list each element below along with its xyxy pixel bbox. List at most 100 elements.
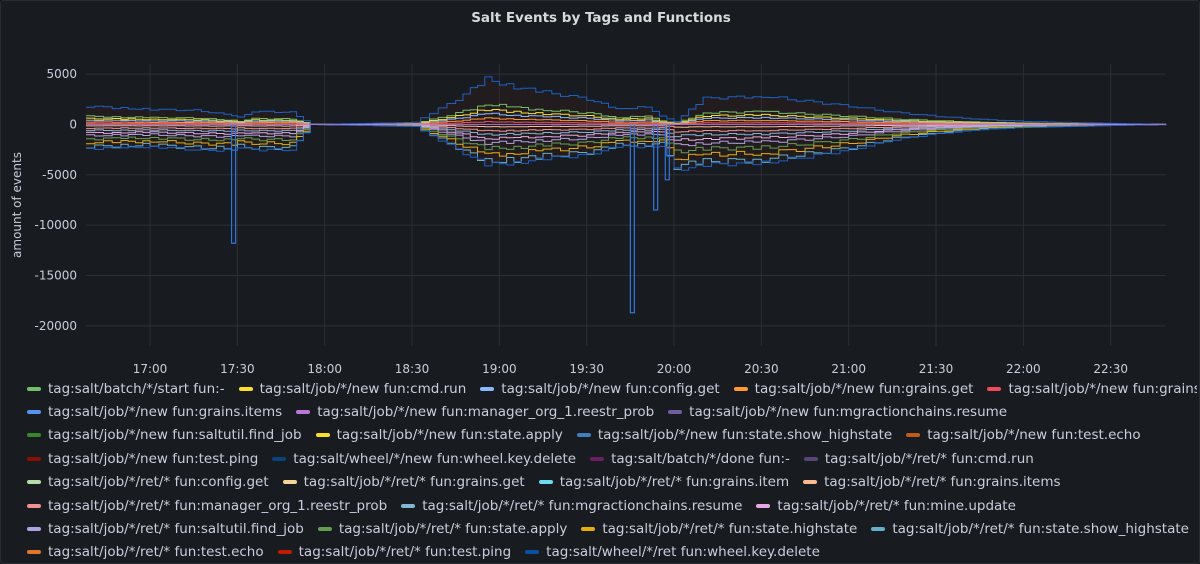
legend-item[interactable]: tag:salt/job/*/new fun:grains.get <box>733 380 974 397</box>
legend-label: tag:salt/job/*/ret/* fun:mine.update <box>777 497 1016 514</box>
legend-swatch <box>538 480 553 485</box>
legend-item[interactable]: tag:salt/wheel/*/ret fun:wheel.key.delet… <box>525 544 820 560</box>
legend-label: tag:salt/job/*/new fun:grains.item <box>1008 380 1197 397</box>
legend-label: tag:salt/job/*/new fun:state.apply <box>336 427 563 444</box>
legend-item[interactable]: tag:salt/job/*/ret/* fun:grains.item <box>538 474 789 490</box>
legend-swatch <box>317 527 332 532</box>
legend-swatch <box>987 386 1002 391</box>
x-tick-label: 19:30 <box>569 362 604 376</box>
legend-swatch <box>480 386 495 391</box>
legend-item[interactable]: tag:salt/job/*/new fun:saltutil.find_job <box>27 427 302 443</box>
legend-item[interactable]: tag:salt/job/*/new fun:config.get <box>480 380 720 397</box>
y-tick-label: -15000 <box>34 269 77 283</box>
legend-label: tag:salt/job/*/ret/* fun:state.highstate <box>602 521 858 538</box>
legend-label: tag:salt/job/*/ret/* fun:mgractionchains… <box>422 497 743 514</box>
legend-item[interactable]: tag:salt/job/*/ret/* fun:state.show_high… <box>871 521 1189 537</box>
legend-swatch <box>576 433 591 438</box>
legend-swatch <box>581 527 596 532</box>
legend-label: tag:salt/job/*/ret/* fun:test.echo <box>48 544 264 561</box>
legend-item[interactable]: tag:salt/job/*/ret/* fun:state.highstate <box>581 521 857 537</box>
legend-item[interactable]: tag:salt/job/*/ret/* fun:cmd.run <box>803 450 1034 467</box>
legend-label: tag:salt/job/*/ret/* fun:saltutil.find_j… <box>48 521 304 538</box>
x-tick-label: 18:30 <box>395 362 430 376</box>
legend-label: tag:salt/job/*/new fun:test.echo <box>927 427 1141 444</box>
legend-swatch <box>803 480 818 485</box>
legend-swatch <box>871 527 886 532</box>
legend-item[interactable]: tag:salt/job/*/ret/* fun:config.get <box>27 474 269 490</box>
x-tick-label: 21:00 <box>831 362 866 376</box>
legend-item[interactable]: tag:salt/job/*/ret/* fun:grains.get <box>282 474 525 491</box>
legend-item[interactable]: tag:salt/job/*/new fun:grains.items <box>27 404 282 420</box>
legend-item[interactable]: tag:salt/job/*/ret/* fun:grains.items <box>803 474 1061 491</box>
legend-row: tag:salt/job/*/new fun:test.ping tag:salt… <box>27 447 1197 470</box>
legend-label: tag:salt/job/*/new fun:mgractionchains.r… <box>689 404 1008 421</box>
x-tick-label: 19:00 <box>482 362 517 376</box>
x-tick-label: 20:00 <box>657 362 692 376</box>
legend-item[interactable]: tag:salt/batch/*/start fun:- <box>27 381 225 397</box>
legend-label: tag:salt/job/*/ret/* fun:config.get <box>48 474 269 491</box>
legend-label: tag:salt/batch/*/start fun:- <box>48 380 225 397</box>
y-axis-label: amount of events <box>10 152 24 258</box>
legend-label: tag:salt/wheel/*/new fun:wheel.key.delet… <box>293 450 577 467</box>
legend-item[interactable]: tag:salt/job/*/new fun:state.apply <box>315 427 563 444</box>
legend-item[interactable]: tag:salt/job/*/ret/* fun:manager_org_1.r… <box>27 498 387 514</box>
legend-item[interactable]: tag:salt/job/*/new fun:test.ping <box>27 451 258 467</box>
legend-swatch <box>27 503 41 508</box>
legend-swatch <box>238 386 253 391</box>
legend-swatch <box>27 386 41 391</box>
legend-item[interactable]: tag:salt/job/*/new fun:mgractionchains.r… <box>668 404 1007 420</box>
legend-item[interactable]: tag:salt/job/*/ret/* fun:test.ping <box>277 544 511 560</box>
legend-item[interactable]: tag:salt/wheel/*/new fun:wheel.key.delet… <box>272 451 576 467</box>
y-tick-label: 0 <box>69 117 77 131</box>
y-tick-label: 5000 <box>46 67 77 81</box>
legend-item[interactable]: tag:salt/batch/*/done fun:- <box>590 451 790 467</box>
legend-row: tag:salt/job/*/ret/* fun:config.get tag:s… <box>27 471 1197 494</box>
legend-label: tag:salt/job/*/new fun:cmd.run <box>259 380 467 397</box>
legend-item[interactable]: tag:salt/job/*/new fun:manager_org_1.ree… <box>296 404 654 420</box>
legend-item[interactable]: tag:salt/job/*/ret/* fun:mgractionchains… <box>401 498 742 514</box>
legend-label: tag:salt/job/*/new fun:grains.items <box>48 404 283 421</box>
legend-label: tag:salt/job/*/ret/* fun:state.show_high… <box>892 521 1189 538</box>
spike-line <box>629 124 635 314</box>
legend-swatch <box>27 550 41 555</box>
legend-item[interactable]: tag:salt/job/*/new fun:test.echo <box>906 427 1141 444</box>
legend-swatch <box>803 456 818 461</box>
legend-label: tag:salt/job/*/new fun:config.get <box>501 380 720 397</box>
chart-plot-area[interactable]: 5000 0 -5000 -10000 -15000 -20000 17:00 17:30 18… <box>1 1 1200 377</box>
legend-swatch <box>27 480 41 485</box>
legend-swatch <box>733 386 748 391</box>
x-tick-label: 17:30 <box>220 362 255 376</box>
legend-swatch <box>906 433 921 438</box>
x-tick-label: 22:30 <box>1093 362 1128 376</box>
legend-item[interactable]: tag:salt/job/*/ret/* fun:state.apply <box>317 521 567 537</box>
legend-row: tag:salt/job/*/ret/* fun:saltutil.find_j… <box>27 517 1197 540</box>
legend-row: tag:salt/job/*/ret/* fun:test.echo tag:sa… <box>27 541 1197 563</box>
legend-item[interactable]: tag:salt/job/*/ret/* fun:mine.update <box>756 498 1016 514</box>
legend-swatch <box>668 410 683 415</box>
legend-swatch <box>272 456 287 461</box>
legend-swatch <box>590 456 605 461</box>
legend-item[interactable]: tag:salt/job/*/new fun:state.show_highst… <box>576 427 892 443</box>
legend-item[interactable]: tag:salt/job/*/ret/* fun:saltutil.find_j… <box>27 521 304 537</box>
chart-legend: tag:salt/batch/*/start fun:- tag:salt/job… <box>27 377 1197 563</box>
legend-label: tag:salt/job/*/ret/* fun:cmd.run <box>824 450 1034 467</box>
legend-swatch <box>401 503 416 508</box>
x-tick-label: 18:00 <box>307 362 342 376</box>
legend-label: tag:salt/job/*/new fun:grains.get <box>754 380 974 397</box>
x-tick-label: 21:30 <box>919 362 954 376</box>
legend-item[interactable]: tag:salt/job/*/new fun:cmd.run <box>238 380 467 397</box>
legend-label: tag:salt/job/*/ret/* fun:grains.get <box>303 474 525 491</box>
legend-swatch <box>27 433 41 438</box>
legend-row: tag:salt/job/*/new fun:grains.items tag:s… <box>27 400 1197 423</box>
legend-item[interactable]: tag:salt/job/*/new fun:grains.item <box>987 381 1197 397</box>
chart-panel: Salt Events by Tags and Functions 5000 0-… <box>0 0 1200 564</box>
x-tick-label: 17:00 <box>133 362 168 376</box>
legend-label: tag:salt/job/*/new fun:saltutil.find_job <box>48 427 302 444</box>
legend-swatch <box>277 550 292 555</box>
legend-swatch <box>27 527 41 532</box>
legend-swatch <box>296 410 311 415</box>
legend-label: tag:salt/job/*/ret/* fun:manager_org_1.r… <box>48 497 388 514</box>
legend-label: tag:salt/job/*/ret/* fun:grains.items <box>824 474 1061 491</box>
legend-swatch <box>27 410 41 415</box>
legend-item[interactable]: tag:salt/job/*/ret/* fun:test.echo <box>27 544 264 560</box>
